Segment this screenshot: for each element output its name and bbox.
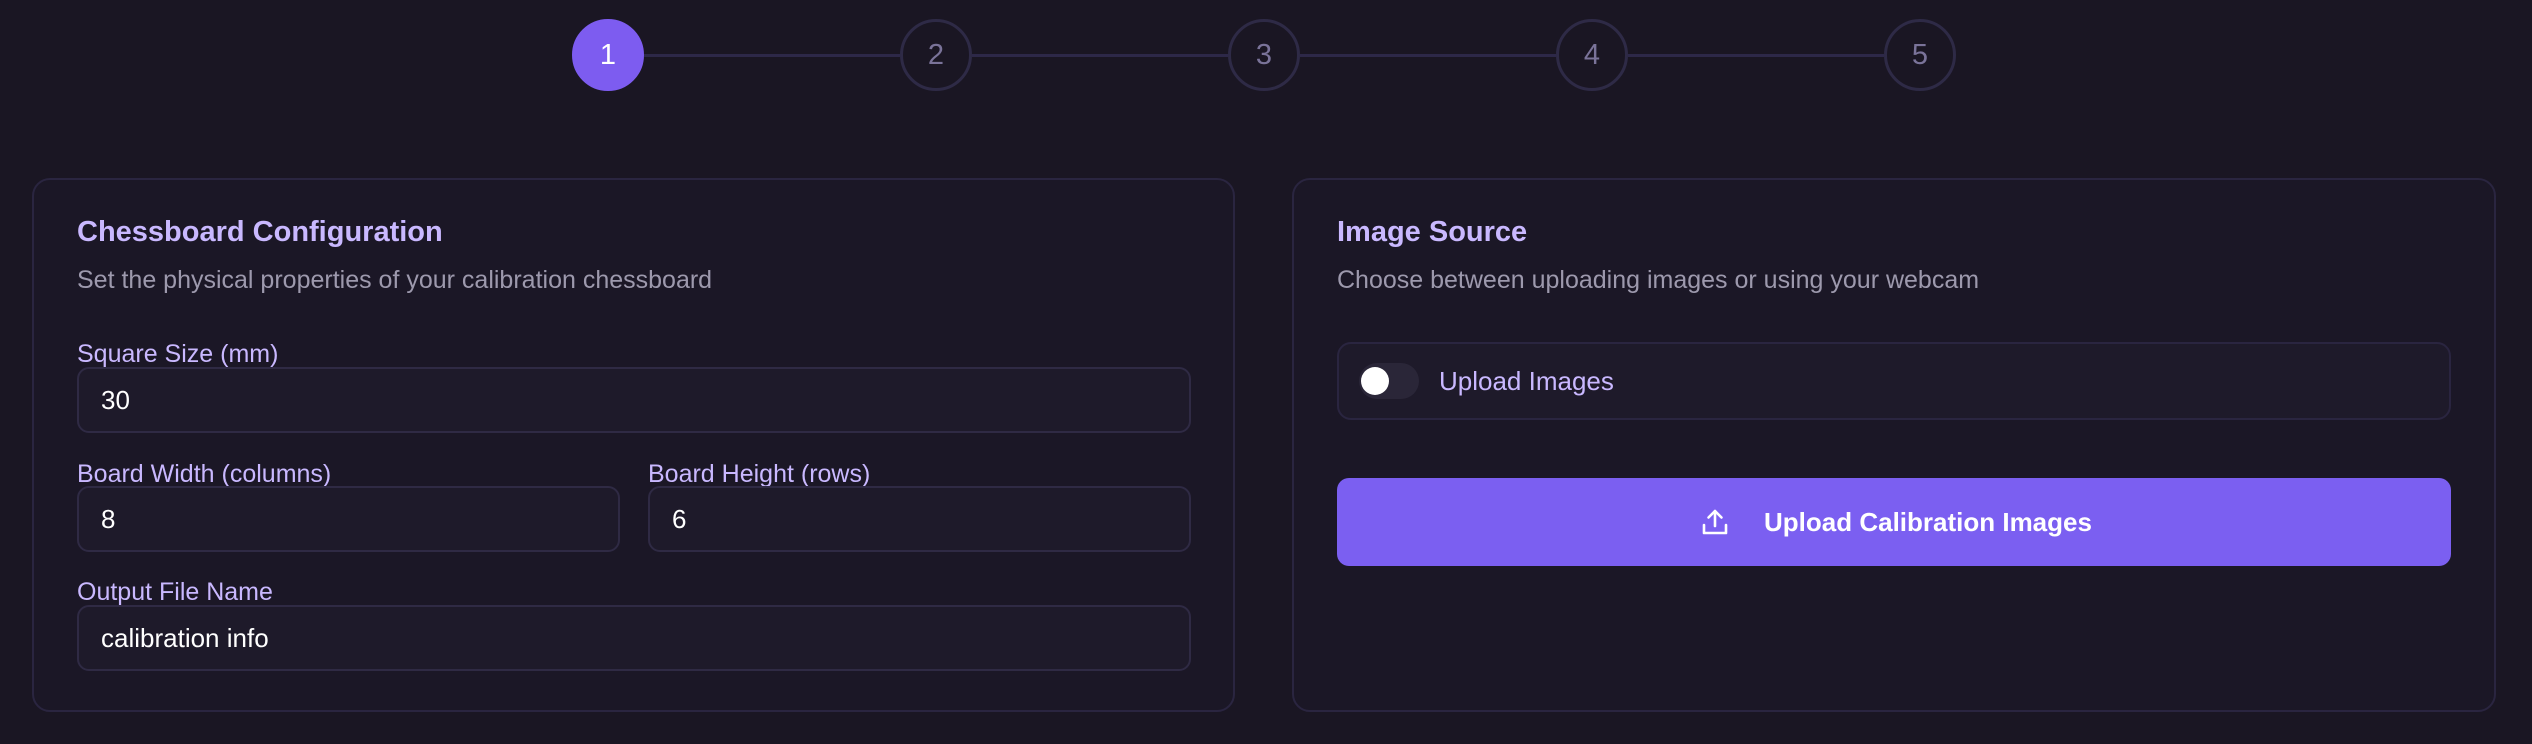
- toggle-label: Upload Images: [1439, 366, 1614, 396]
- board-width-label: Board Width (columns): [77, 460, 332, 488]
- board-height-input[interactable]: [648, 486, 1191, 552]
- chessboard-config-card: Chessboard Configuration Set the physica…: [32, 178, 1235, 712]
- stepper-connector: [1300, 54, 1556, 57]
- step-2[interactable]: 2: [900, 19, 972, 91]
- card-subtitle: Choose between uploading images or using…: [1337, 266, 1980, 294]
- square-size-input[interactable]: [77, 367, 1191, 433]
- toggle-knob: [1361, 367, 1389, 395]
- board-width-input[interactable]: [77, 486, 620, 552]
- step-5[interactable]: 5: [1884, 19, 1956, 91]
- image-source-card: Image Source Choose between uploading im…: [1292, 178, 2496, 712]
- stepper-connector: [1628, 54, 1884, 57]
- step-4[interactable]: 4: [1556, 19, 1628, 91]
- output-file-label: Output File Name: [77, 578, 273, 606]
- square-size-label: Square Size (mm): [77, 340, 279, 368]
- upload-icon: [1702, 509, 1728, 535]
- card-title: Chessboard Configuration: [77, 216, 443, 248]
- upload-calibration-images-button[interactable]: Upload Calibration Images: [1337, 478, 2451, 566]
- upload-images-toggle[interactable]: [1359, 363, 1419, 399]
- step-1[interactable]: 1: [572, 19, 644, 91]
- progress-stepper: 1 2 3 4 5: [0, 0, 2532, 110]
- card-subtitle: Set the physical properties of your cali…: [77, 266, 713, 294]
- upload-button-label: Upload Calibration Images: [1764, 507, 2092, 537]
- output-file-input[interactable]: [77, 605, 1191, 671]
- step-3[interactable]: 3: [1228, 19, 1300, 91]
- stepper-connector: [972, 54, 1228, 57]
- upload-images-toggle-row[interactable]: Upload Images: [1337, 342, 2451, 420]
- card-title: Image Source: [1337, 216, 1528, 248]
- board-height-label: Board Height (rows): [648, 460, 871, 488]
- stepper-connector: [644, 54, 900, 57]
